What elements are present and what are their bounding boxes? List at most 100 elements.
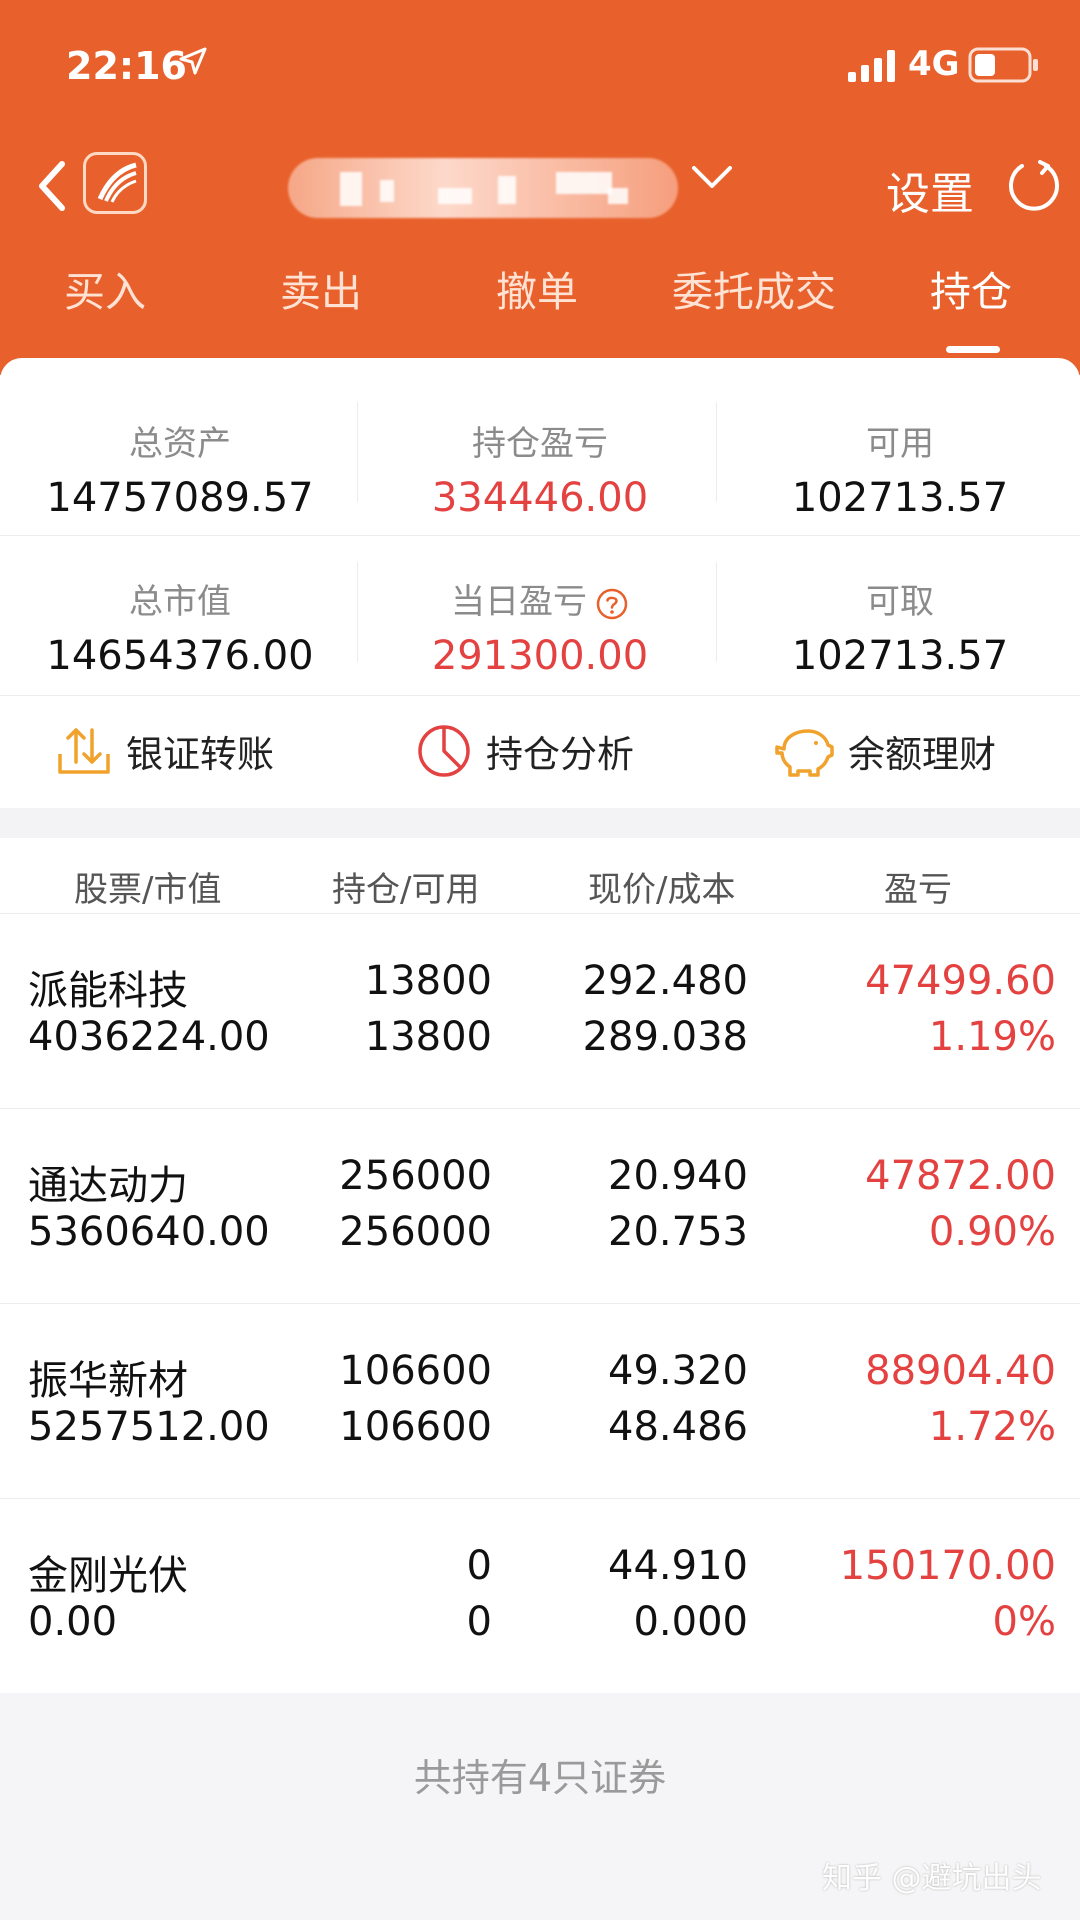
holding-qty: 106600 bbox=[339, 1348, 492, 1394]
status-time: 22:16 bbox=[66, 44, 187, 88]
trade-tabs: 买入 卖出 撤单 委托成交 持仓 bbox=[0, 258, 1080, 338]
summary-market-value: 总市值 14654376.00 bbox=[0, 574, 360, 679]
column-header-pl: 盈亏 bbox=[884, 870, 952, 910]
divider bbox=[357, 562, 358, 662]
divider bbox=[357, 402, 358, 502]
cost-price: 289.038 bbox=[582, 1014, 748, 1060]
summary-daily-pl: 当日盈亏 291300.00 bbox=[360, 574, 720, 679]
cost-price: 48.486 bbox=[608, 1404, 748, 1450]
available-qty: 0 bbox=[466, 1599, 492, 1645]
summary-label: 持仓盈亏 bbox=[472, 424, 608, 464]
summary-total-assets: 总资产 14757089.57 bbox=[0, 416, 360, 521]
divider bbox=[716, 562, 717, 662]
app-logo-icon[interactable] bbox=[83, 152, 147, 214]
active-tab-indicator bbox=[946, 346, 1000, 353]
cost-price: 0.000 bbox=[633, 1599, 748, 1645]
refresh-icon[interactable] bbox=[1006, 158, 1062, 214]
summary-value: 14757089.57 bbox=[46, 475, 314, 521]
summary-value: 102713.57 bbox=[791, 633, 1009, 679]
stock-name: 金刚光伏 bbox=[28, 1553, 188, 1599]
profit-loss: 150170.00 bbox=[839, 1543, 1056, 1589]
table-row[interactable]: 金刚光伏 0.00 0 0 44.910 0.000 150170.00 0% bbox=[0, 1499, 1080, 1693]
column-header-price: 现价/成本 bbox=[588, 870, 736, 910]
summary-label: 当日盈亏 bbox=[360, 574, 720, 623]
positions-footer: 共持有4只证券 知乎 @避坑出头 bbox=[0, 1693, 1080, 1920]
signal-icon bbox=[848, 50, 895, 82]
holding-qty: 0 bbox=[466, 1543, 492, 1589]
holding-qty: 256000 bbox=[339, 1153, 492, 1199]
stock-market-value: 5257512.00 bbox=[28, 1404, 270, 1450]
summary-label: 可取 bbox=[866, 582, 934, 622]
stock-market-value: 0.00 bbox=[28, 1599, 118, 1645]
summary-label: 总市值 bbox=[129, 582, 231, 622]
current-price: 292.480 bbox=[582, 958, 748, 1004]
help-icon[interactable] bbox=[595, 587, 629, 621]
bank-transfer-button[interactable]: 银证转账 bbox=[56, 696, 274, 806]
profit-loss-pct: 0% bbox=[992, 1599, 1056, 1645]
status-bar: 22:16 4G bbox=[0, 0, 1080, 130]
summary-withdrawable: 可取 102713.57 bbox=[720, 574, 1080, 679]
position-analysis-label: 持仓分析 bbox=[486, 733, 634, 776]
settings-button[interactable]: 设置 bbox=[886, 158, 974, 222]
column-header-holding: 持仓/可用 bbox=[332, 870, 480, 910]
summary-value: 334446.00 bbox=[431, 475, 649, 521]
current-price: 44.910 bbox=[608, 1543, 748, 1589]
table-row[interactable]: 派能科技 4036224.00 13800 13800 292.480 289.… bbox=[0, 914, 1080, 1108]
cost-price: 20.753 bbox=[608, 1209, 748, 1255]
battery-icon bbox=[968, 47, 1038, 83]
current-price: 20.940 bbox=[608, 1153, 748, 1199]
quick-actions: 银证转账 持仓分析 余额理财 bbox=[0, 696, 1080, 806]
table-row[interactable]: 振华新材 5257512.00 106600 106600 49.320 48.… bbox=[0, 1304, 1080, 1498]
summary-label-text: 当日盈亏 bbox=[451, 582, 587, 622]
summary-label: 可用 bbox=[866, 424, 934, 464]
available-qty: 13800 bbox=[364, 1014, 492, 1060]
bank-transfer-label: 银证转账 bbox=[126, 733, 274, 776]
summary-value: 14654376.00 bbox=[46, 633, 314, 679]
balance-wealth-button[interactable]: 余额理财 bbox=[774, 696, 996, 806]
position-analysis-button[interactable]: 持仓分析 bbox=[416, 696, 634, 806]
stock-market-value: 4036224.00 bbox=[28, 1014, 270, 1060]
summary-available: 可用 102713.57 bbox=[720, 416, 1080, 521]
tab-cancel-order[interactable]: 撤单 bbox=[496, 258, 578, 318]
tab-orders-trades[interactable]: 委托成交 bbox=[672, 258, 836, 318]
profit-loss: 47499.60 bbox=[865, 958, 1056, 1004]
pie-chart-icon bbox=[418, 725, 470, 777]
table-row[interactable]: 通达动力 5360640.00 256000 256000 20.940 20.… bbox=[0, 1109, 1080, 1303]
tab-buy[interactable]: 买入 bbox=[64, 258, 146, 318]
section-gap bbox=[0, 808, 1080, 838]
profit-loss: 88904.40 bbox=[865, 1348, 1056, 1394]
divider bbox=[716, 402, 717, 502]
nav-row: 设置 bbox=[0, 140, 1080, 230]
stock-name: 派能科技 bbox=[28, 968, 188, 1014]
chevron-down-icon[interactable] bbox=[690, 162, 734, 192]
transfer-icon bbox=[58, 728, 110, 774]
positions-panel: 总资产 14757089.57 持仓盈亏 334446.00 可用 102713… bbox=[0, 358, 1080, 1920]
profit-loss: 47872.00 bbox=[865, 1153, 1056, 1199]
balance-wealth-label: 余额理财 bbox=[848, 733, 996, 776]
account-summary: 总资产 14757089.57 持仓盈亏 334446.00 可用 102713… bbox=[0, 358, 1080, 808]
profit-loss-pct: 1.72% bbox=[928, 1404, 1056, 1450]
positions-table-header: 股票/市值 持仓/可用 现价/成本 盈亏 bbox=[0, 838, 1080, 924]
summary-value: 291300.00 bbox=[431, 633, 649, 679]
summary-label: 总资产 bbox=[129, 424, 231, 464]
summary-position-pl: 持仓盈亏 334446.00 bbox=[360, 416, 720, 521]
holding-qty: 13800 bbox=[364, 958, 492, 1004]
header-bar: 22:16 4G 设置 买入 卖出 撤单 委托成交 持仓 bbox=[0, 0, 1080, 375]
stock-name: 通达动力 bbox=[28, 1163, 188, 1209]
piggy-bank-icon bbox=[775, 729, 834, 777]
profit-loss-pct: 1.19% bbox=[928, 1014, 1056, 1060]
stock-market-value: 5360640.00 bbox=[28, 1209, 270, 1255]
available-qty: 106600 bbox=[339, 1404, 492, 1450]
summary-value: 102713.57 bbox=[791, 475, 1009, 521]
back-arrow-icon[interactable] bbox=[32, 158, 72, 214]
current-price: 49.320 bbox=[608, 1348, 748, 1394]
profit-loss-pct: 0.90% bbox=[928, 1209, 1056, 1255]
location-icon bbox=[179, 47, 207, 75]
available-qty: 256000 bbox=[339, 1209, 492, 1255]
tab-positions[interactable]: 持仓 bbox=[930, 258, 1012, 318]
account-selector[interactable] bbox=[288, 158, 678, 218]
stock-name: 振华新材 bbox=[28, 1358, 188, 1404]
network-type: 4G bbox=[908, 44, 960, 84]
column-header-stock: 股票/市值 bbox=[74, 870, 222, 910]
tab-sell[interactable]: 卖出 bbox=[280, 258, 362, 318]
